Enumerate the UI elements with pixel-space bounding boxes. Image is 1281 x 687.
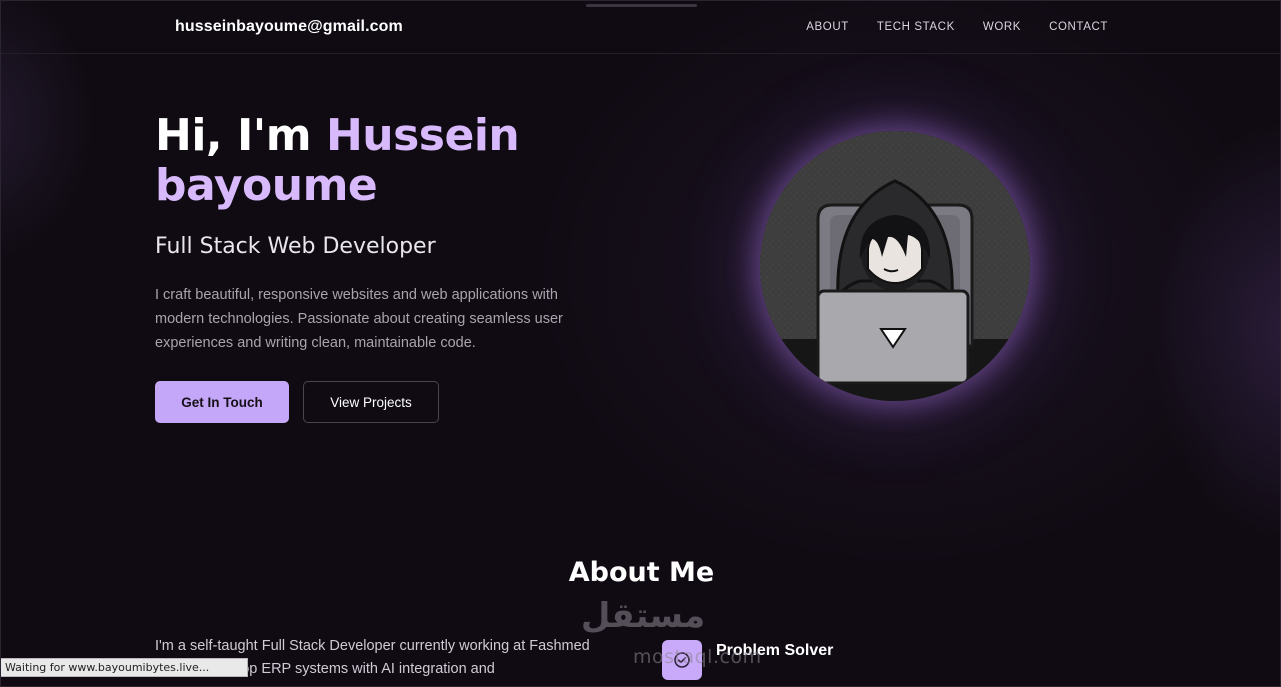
- hero-intro: I craft beautiful, responsive websites a…: [155, 287, 563, 351]
- watermark-arabic: مستقل: [580, 596, 706, 636]
- hero-name-first: Hussein: [325, 110, 520, 161]
- nav-work[interactable]: WORK: [983, 21, 1021, 33]
- view-projects-button[interactable]: View Projects: [303, 381, 439, 423]
- nav-contact[interactable]: CONTACT: [1049, 21, 1108, 33]
- feature-title: Problem Solver: [716, 642, 834, 659]
- hero-greeting: Hi, I'm: [155, 110, 326, 161]
- page-root: husseinbayoume@gmail.com ABOUT TECH STAC…: [0, 0, 1281, 687]
- nav-about[interactable]: ABOUT: [806, 21, 849, 33]
- hero-title: Hi, I'm Hussein bayoume: [155, 111, 615, 211]
- main-nav: ABOUT TECH STACK WORK CONTACT: [806, 21, 1108, 33]
- check-circle-icon: [662, 640, 702, 680]
- developer-avatar-icon: [760, 131, 1030, 401]
- avatar-illustration: [760, 131, 1030, 401]
- about-heading: About Me: [568, 557, 715, 588]
- hero-subtitle: Full Stack Web Developer: [155, 234, 436, 259]
- feature-description: [716, 672, 1096, 686]
- hero-name-last: bayoume: [155, 160, 378, 211]
- brand-email-link[interactable]: husseinbayoume@gmail.com: [175, 18, 403, 36]
- browser-status-bar: Waiting for www.bayoumibytes.live...: [1, 658, 248, 677]
- get-in-touch-button[interactable]: Get In Touch: [155, 381, 289, 423]
- check-circle-svg: [674, 652, 690, 668]
- nav-tech-stack[interactable]: TECH STACK: [877, 21, 955, 33]
- site-header: husseinbayoume@gmail.com ABOUT TECH STAC…: [1, 1, 1280, 54]
